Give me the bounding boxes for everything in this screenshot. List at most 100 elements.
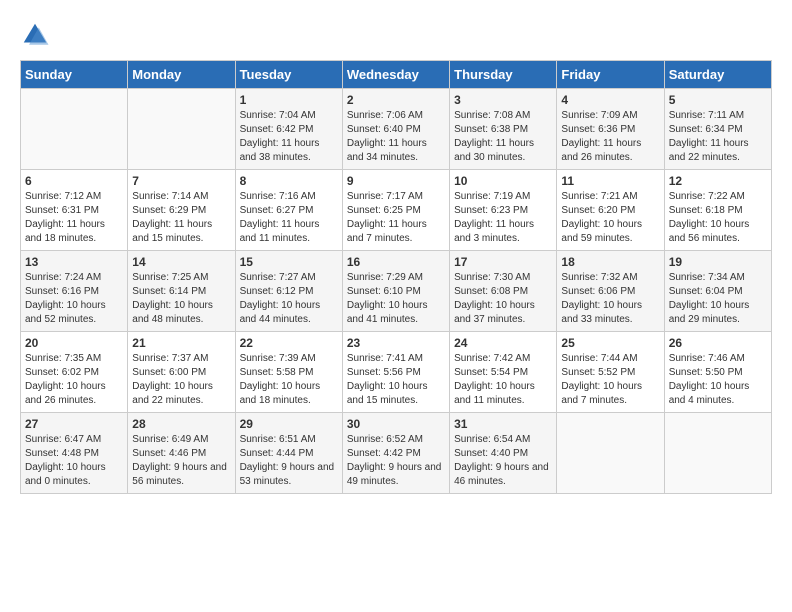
day-info: Sunrise: 7:14 AM Sunset: 6:29 PM Dayligh… — [132, 190, 230, 246]
day-number: 15 — [240, 255, 338, 269]
day-info: Sunrise: 7:41 AM Sunset: 5:56 PM Dayligh… — [347, 352, 445, 408]
day-number: 31 — [454, 417, 552, 431]
calendar-cell: 30 Sunrise: 6:52 AM Sunset: 4:42 PM Dayli… — [342, 413, 449, 494]
calendar-cell — [128, 89, 235, 170]
calendar-cell: 7Sunrise: 7:14 AM Sunset: 6:29 PM Daylig… — [128, 170, 235, 251]
day-number: 3 — [454, 93, 552, 107]
calendar-cell: 23 Sunrise: 7:41 AM Sunset: 5:56 PM Dayli… — [342, 332, 449, 413]
calendar-cell: 4Sunrise: 7:09 AM Sunset: 6:36 PM Daylig… — [557, 89, 664, 170]
day-number: 5 — [669, 93, 767, 107]
calendar-cell: 28 Sunrise: 6:49 AM Sunset: 4:46 PM Dayli… — [128, 413, 235, 494]
day-info: Sunrise: 7:37 AM Sunset: 6:00 PM Dayligh… — [132, 352, 230, 408]
day-number: 24 — [454, 336, 552, 350]
calendar-cell — [557, 413, 664, 494]
day-info: Sunrise: 7:29 AM Sunset: 6:10 PM Dayligh… — [347, 271, 445, 327]
day-info: Sunrise: 7:22 AM Sunset: 6:18 PM Dayligh… — [669, 190, 767, 246]
day-info: Sunrise: 7:46 AM Sunset: 5:50 PM Dayligh… — [669, 352, 767, 408]
calendar-cell: 8 Sunrise: 7:16 AM Sunset: 6:27 PM Daylig… — [235, 170, 342, 251]
week-row-4: 20 Sunrise: 7:35 AM Sunset: 6:02 PM Dayli… — [21, 332, 772, 413]
calendar-cell: 5 Sunrise: 7:11 AM Sunset: 6:34 PM Daylig… — [664, 89, 771, 170]
day-number: 27 — [25, 417, 123, 431]
header-row: SundayMondayTuesdayWednesdayThursdayFrid… — [21, 61, 772, 89]
day-info: Sunrise: 7:06 AM Sunset: 6:40 PM Dayligh… — [347, 109, 445, 165]
week-row-3: 13 Sunrise: 7:24 AM Sunset: 6:16 PM Dayli… — [21, 251, 772, 332]
day-number: 13 — [25, 255, 123, 269]
header-cell-tuesday: Tuesday — [235, 61, 342, 89]
calendar-cell: 10Sunrise: 7:19 AM Sunset: 6:23 PM Dayli… — [450, 170, 557, 251]
day-info: Sunrise: 7:35 AM Sunset: 6:02 PM Dayligh… — [25, 352, 123, 408]
logo-icon — [20, 20, 50, 50]
week-row-1: 1 Sunrise: 7:04 AM Sunset: 6:42 PM Daylig… — [21, 89, 772, 170]
day-number: 6 — [25, 174, 123, 188]
day-number: 1 — [240, 93, 338, 107]
calendar-cell: 25Sunrise: 7:44 AM Sunset: 5:52 PM Dayli… — [557, 332, 664, 413]
calendar-cell: 24 Sunrise: 7:42 AM Sunset: 5:54 PM Dayli… — [450, 332, 557, 413]
header-cell-friday: Friday — [557, 61, 664, 89]
page-header — [20, 20, 772, 50]
day-info: Sunrise: 6:47 AM Sunset: 4:48 PM Dayligh… — [25, 433, 123, 489]
day-number: 18 — [561, 255, 659, 269]
calendar-body: 1 Sunrise: 7:04 AM Sunset: 6:42 PM Daylig… — [21, 89, 772, 494]
day-info: Sunrise: 6:49 AM Sunset: 4:46 PM Dayligh… — [132, 433, 230, 489]
day-number: 22 — [240, 336, 338, 350]
day-info: Sunrise: 7:08 AM Sunset: 6:38 PM Dayligh… — [454, 109, 552, 165]
day-info: Sunrise: 7:39 AM Sunset: 5:58 PM Dayligh… — [240, 352, 338, 408]
calendar-header: SundayMondayTuesdayWednesdayThursdayFrid… — [21, 61, 772, 89]
day-info: Sunrise: 7:04 AM Sunset: 6:42 PM Dayligh… — [240, 109, 338, 165]
calendar-cell: 9Sunrise: 7:17 AM Sunset: 6:25 PM Daylig… — [342, 170, 449, 251]
day-info: Sunrise: 7:21 AM Sunset: 6:20 PM Dayligh… — [561, 190, 659, 246]
calendar-cell: 29 Sunrise: 6:51 AM Sunset: 4:44 PM Dayli… — [235, 413, 342, 494]
calendar-cell — [664, 413, 771, 494]
week-row-5: 27 Sunrise: 6:47 AM Sunset: 4:48 PM Dayli… — [21, 413, 772, 494]
day-number: 8 — [240, 174, 338, 188]
calendar-table: SundayMondayTuesdayWednesdayThursdayFrid… — [20, 60, 772, 494]
day-info: Sunrise: 6:54 AM Sunset: 4:40 PM Dayligh… — [454, 433, 552, 489]
day-number: 19 — [669, 255, 767, 269]
calendar-cell: 16 Sunrise: 7:29 AM Sunset: 6:10 PM Dayli… — [342, 251, 449, 332]
day-number: 21 — [132, 336, 230, 350]
day-info: Sunrise: 7:16 AM Sunset: 6:27 PM Dayligh… — [240, 190, 338, 246]
calendar-cell: 31 Sunrise: 6:54 AM Sunset: 4:40 PM Dayli… — [450, 413, 557, 494]
day-info: Sunrise: 7:19 AM Sunset: 6:23 PM Dayligh… — [454, 190, 552, 246]
calendar-cell: 11 Sunrise: 7:21 AM Sunset: 6:20 PM Dayli… — [557, 170, 664, 251]
calendar-cell: 1 Sunrise: 7:04 AM Sunset: 6:42 PM Daylig… — [235, 89, 342, 170]
header-cell-sunday: Sunday — [21, 61, 128, 89]
day-number: 20 — [25, 336, 123, 350]
day-info: Sunrise: 7:27 AM Sunset: 6:12 PM Dayligh… — [240, 271, 338, 327]
day-info: Sunrise: 7:34 AM Sunset: 6:04 PM Dayligh… — [669, 271, 767, 327]
week-row-2: 6Sunrise: 7:12 AM Sunset: 6:31 PM Daylig… — [21, 170, 772, 251]
day-info: Sunrise: 7:30 AM Sunset: 6:08 PM Dayligh… — [454, 271, 552, 327]
calendar-cell: 18Sunrise: 7:32 AM Sunset: 6:06 PM Dayli… — [557, 251, 664, 332]
day-number: 29 — [240, 417, 338, 431]
day-info: Sunrise: 7:25 AM Sunset: 6:14 PM Dayligh… — [132, 271, 230, 327]
day-number: 23 — [347, 336, 445, 350]
day-number: 25 — [561, 336, 659, 350]
day-info: Sunrise: 7:42 AM Sunset: 5:54 PM Dayligh… — [454, 352, 552, 408]
day-info: Sunrise: 7:17 AM Sunset: 6:25 PM Dayligh… — [347, 190, 445, 246]
header-cell-saturday: Saturday — [664, 61, 771, 89]
calendar-cell: 3 Sunrise: 7:08 AM Sunset: 6:38 PM Daylig… — [450, 89, 557, 170]
day-number: 30 — [347, 417, 445, 431]
calendar-cell: 2Sunrise: 7:06 AM Sunset: 6:40 PM Daylig… — [342, 89, 449, 170]
day-info: Sunrise: 7:24 AM Sunset: 6:16 PM Dayligh… — [25, 271, 123, 327]
day-info: Sunrise: 6:51 AM Sunset: 4:44 PM Dayligh… — [240, 433, 338, 489]
calendar-cell: 26 Sunrise: 7:46 AM Sunset: 5:50 PM Dayli… — [664, 332, 771, 413]
day-number: 28 — [132, 417, 230, 431]
day-number: 16 — [347, 255, 445, 269]
calendar-cell: 21 Sunrise: 7:37 AM Sunset: 6:00 PM Dayli… — [128, 332, 235, 413]
day-number: 11 — [561, 174, 659, 188]
day-number: 4 — [561, 93, 659, 107]
logo — [20, 20, 54, 50]
calendar-cell: 22 Sunrise: 7:39 AM Sunset: 5:58 PM Dayli… — [235, 332, 342, 413]
day-info: Sunrise: 7:11 AM Sunset: 6:34 PM Dayligh… — [669, 109, 767, 165]
calendar-cell: 19 Sunrise: 7:34 AM Sunset: 6:04 PM Dayli… — [664, 251, 771, 332]
day-number: 26 — [669, 336, 767, 350]
calendar-cell: 15 Sunrise: 7:27 AM Sunset: 6:12 PM Dayli… — [235, 251, 342, 332]
calendar-cell: 6Sunrise: 7:12 AM Sunset: 6:31 PM Daylig… — [21, 170, 128, 251]
calendar-cell: 12Sunrise: 7:22 AM Sunset: 6:18 PM Dayli… — [664, 170, 771, 251]
day-info: Sunrise: 6:52 AM Sunset: 4:42 PM Dayligh… — [347, 433, 445, 489]
header-cell-wednesday: Wednesday — [342, 61, 449, 89]
calendar-cell: 20 Sunrise: 7:35 AM Sunset: 6:02 PM Dayli… — [21, 332, 128, 413]
calendar-cell: 17 Sunrise: 7:30 AM Sunset: 6:08 PM Dayli… — [450, 251, 557, 332]
day-number: 17 — [454, 255, 552, 269]
